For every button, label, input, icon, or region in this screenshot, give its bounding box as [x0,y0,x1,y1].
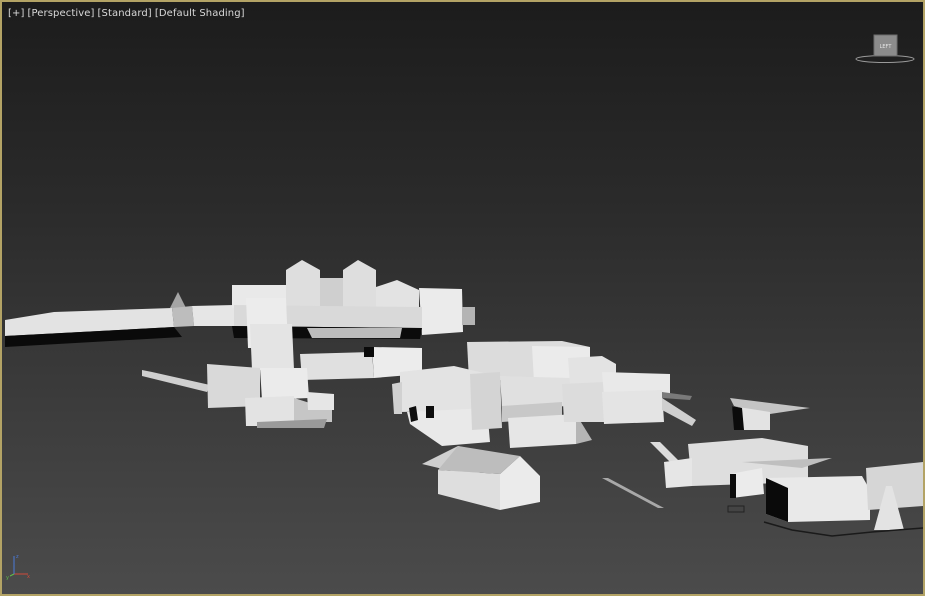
bench [727,505,745,513]
wall-corner [172,306,194,327]
slope-strip [142,370,210,392]
east-ledge [662,392,692,400]
spire [170,292,186,308]
window-shadow [364,347,374,357]
east-ramp [662,398,696,426]
center-shadow-2 [426,406,434,418]
east-house-2 [602,390,664,424]
center-pillar [470,372,502,430]
castle-ledge [307,328,402,338]
front-house-side [438,470,500,510]
castle-side [462,307,475,325]
center-right-2 [562,382,606,422]
center-house-side [392,382,402,414]
left-shed [307,392,334,410]
building-long [300,352,374,380]
3d-scene[interactable] [2,2,923,594]
axis-tripod-icon: x y z [6,554,30,580]
east-large-side [664,458,692,488]
wall-segment [192,305,234,326]
ground-line [602,478,664,508]
castle-annex [250,324,294,370]
castle-mid [320,278,344,308]
left-house-2 [260,368,309,400]
scene-geometry [5,260,923,537]
castle-gable-1 [286,260,320,308]
east-small-shadow [730,474,736,498]
castle-tower [419,288,463,335]
castle-gable-2 [343,260,376,308]
axis-y-line [9,573,15,577]
castle-hall [376,280,419,308]
axis-x-label: x [27,574,30,580]
axis-z-label: z [16,554,19,560]
perspective-viewport[interactable]: [+] [Perspective] [Standard] [Default Shadi… [0,0,925,596]
axis-y-label: y [6,575,9,580]
